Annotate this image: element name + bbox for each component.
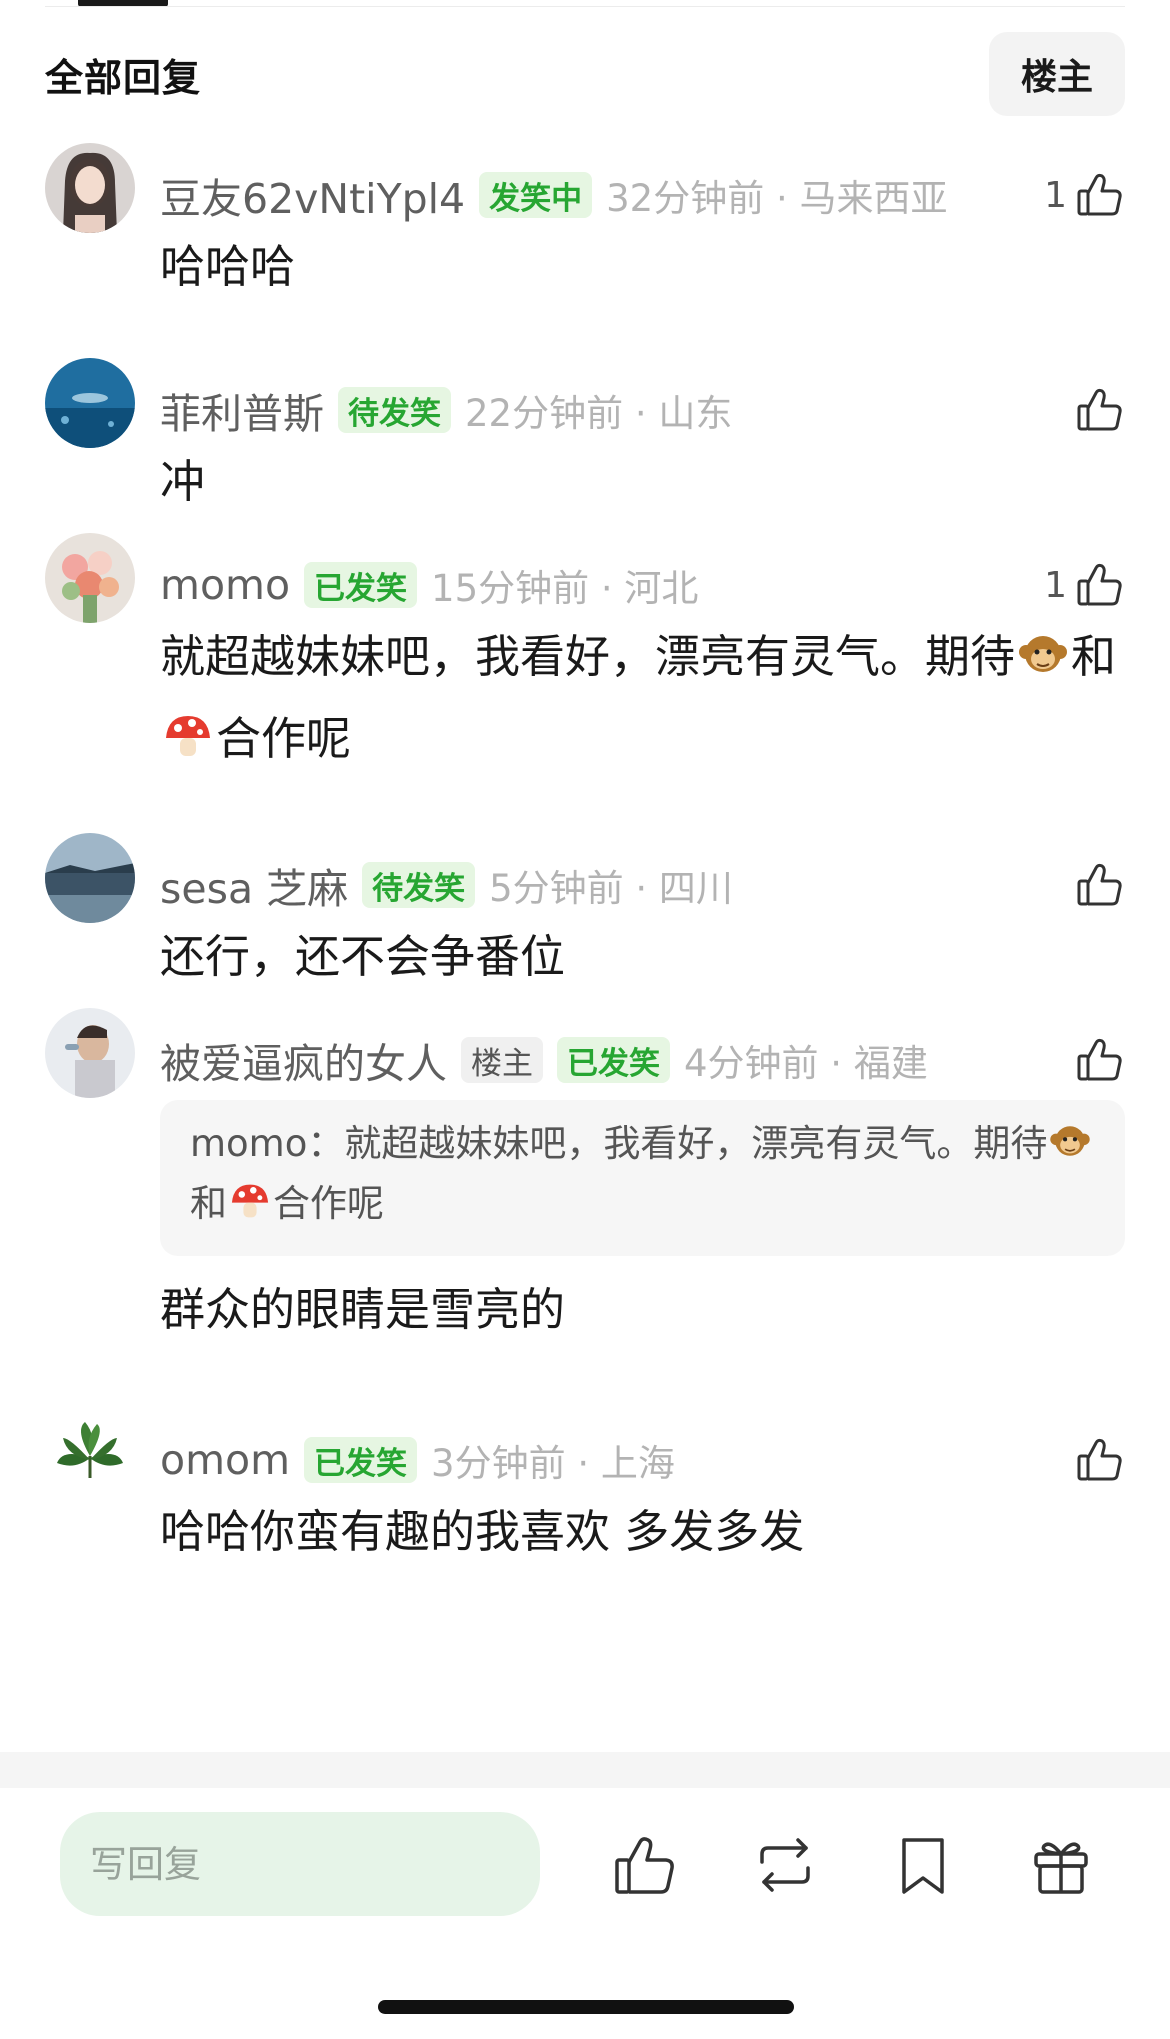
thumbs-up-icon (1075, 1435, 1125, 1485)
comment-item: 被爱逼疯的女人 楼主 已发笑 4分钟前 · 福建 momo：就超越妹妹吧，我看好… (0, 1008, 1170, 1430)
quoted-username: momo： (190, 1122, 345, 1165)
username[interactable]: omom (160, 1436, 290, 1484)
thumbs-up-icon (1075, 560, 1125, 610)
quoted-text-part: 就超越妹妹吧，我看好，漂亮有灵气。期待 (344, 1122, 1048, 1165)
status-badge: 已发笑 (557, 1037, 670, 1083)
username[interactable]: 被爱逼疯的女人 (160, 1030, 447, 1090)
avatar[interactable] (45, 1008, 135, 1098)
quoted-text-part: 合作呢 (273, 1182, 384, 1225)
comment-text: 哈哈你蛮有趣的我喜欢 多发多发 (160, 1505, 805, 1558)
avatar[interactable] (45, 143, 135, 233)
comment-meta: 菲利普斯 待发笑 22分钟前 · 山东 (160, 380, 1125, 440)
reply-input[interactable] (60, 1812, 540, 1916)
comment-list: 豆友62vNtiYpl4 发笑中 32分钟前 · 马来西亚 1 哈哈哈 菲利普斯… (0, 143, 1170, 1605)
username[interactable]: 豆友62vNtiYpl4 (160, 165, 465, 225)
comment-item: momo 已发笑 15分钟前 · 河北 1 就超越妹妹吧，我看好，漂亮有灵气。期… (0, 533, 1170, 855)
top-divider (45, 6, 1125, 7)
username[interactable]: momo (160, 561, 290, 609)
monkey-emoji (1015, 626, 1071, 703)
avatar[interactable] (45, 358, 135, 448)
op-only-filter-button[interactable]: 楼主 (988, 32, 1125, 116)
comment-text: 群众的眼睛是雪亮的 (160, 1283, 566, 1336)
like-count: 1 (1044, 174, 1067, 216)
avatar[interactable] (45, 833, 135, 923)
comment-meta: 豆友62vNtiYpl4 发笑中 32分钟前 · 马来西亚 (160, 165, 1125, 225)
thumbs-up-icon (1075, 385, 1125, 435)
bottom-separator (0, 1752, 1170, 1788)
comment-text-part: 合作呢 (216, 712, 352, 765)
timestamp-location: 15分钟前 · 河北 (431, 567, 699, 610)
like-button[interactable] (1075, 855, 1125, 915)
like-button[interactable] (1075, 1030, 1125, 1090)
comment-meta: sesa 芝麻 待发笑 5分钟前 · 四川 (160, 855, 1125, 915)
status-badge: 待发笑 (362, 862, 476, 908)
gift-icon[interactable] (1028, 1832, 1094, 1898)
avatar[interactable] (45, 533, 135, 623)
repost-icon[interactable] (752, 1832, 818, 1898)
comment-item: sesa 芝麻 待发笑 5分钟前 · 四川 还行，还不会争番位 (0, 833, 1170, 1030)
timestamp-location: 5分钟前 · 四川 (489, 867, 733, 910)
timestamp-location: 22分钟前 · 山东 (465, 392, 733, 435)
like-count: 1 (1044, 564, 1067, 606)
mushroom-emoji (227, 1178, 273, 1238)
timestamp-location: 3分钟前 · 上海 (431, 1442, 675, 1485)
comment-text: 还行，还不会争番位 (160, 930, 566, 983)
quoted-text-part: 和 (190, 1182, 227, 1225)
thumbs-up-icon (1075, 170, 1125, 220)
comment-text: 哈哈哈 (160, 240, 296, 293)
thumbs-up-icon (1075, 1035, 1125, 1085)
home-indicator (378, 2000, 794, 2014)
comment-meta: momo 已发笑 15分钟前 · 河北 (160, 555, 1125, 615)
thumbs-up-icon (1075, 860, 1125, 910)
timestamp-location: 32分钟前 · 马来西亚 (606, 177, 948, 220)
comment-meta: omom 已发笑 3分钟前 · 上海 (160, 1430, 1125, 1490)
comment-text-part: 和 (1071, 630, 1117, 683)
comment-text: 就超越妹妹吧，我看好，漂亮有灵气。期待 和合作呢 (160, 621, 1125, 785)
comment-item: omom 已发笑 3分钟前 · 上海 哈哈你蛮有趣的我喜欢 多发多发 (0, 1408, 1170, 1605)
all-replies-title: 全部回复 (45, 55, 202, 100)
avatar[interactable] (45, 1408, 135, 1498)
quoted-reply[interactable]: momo：就超越妹妹吧，我看好，漂亮有灵气。期待和 合作呢 (160, 1100, 1125, 1256)
comment-meta: 被爱逼疯的女人 楼主 已发笑 4分钟前 · 福建 (160, 1030, 1125, 1090)
like-button[interactable] (1075, 380, 1125, 440)
status-badge: 已发笑 (304, 1437, 418, 1483)
timestamp-location: 4分钟前 · 福建 (684, 1042, 928, 1085)
status-badge: 已发笑 (304, 562, 418, 608)
replies-header: 全部回复 楼主 (45, 32, 1125, 116)
comment-item: 菲利普斯 待发笑 22分钟前 · 山东 冲 (0, 358, 1170, 555)
bookmark-icon[interactable] (890, 1832, 956, 1898)
status-badge: 待发笑 (338, 387, 451, 433)
thumbs-up-icon[interactable] (612, 1832, 678, 1898)
comment-item: 豆友62vNtiYpl4 发笑中 32分钟前 · 马来西亚 1 哈哈哈 (0, 143, 1170, 380)
mushroom-emoji (160, 708, 216, 785)
username[interactable]: sesa 芝麻 (160, 855, 348, 915)
comment-text-part: 就超越妹妹吧，我看好，漂亮有灵气。期待 (160, 630, 1016, 683)
monkey-emoji (1047, 1118, 1093, 1178)
comment-text: 冲 (160, 455, 206, 508)
op-badge: 楼主 (461, 1037, 543, 1083)
status-badge: 发笑中 (479, 172, 593, 218)
like-button[interactable] (1075, 1430, 1125, 1490)
like-button[interactable]: 1 (1044, 165, 1125, 225)
like-button[interactable]: 1 (1044, 555, 1125, 615)
username[interactable]: 菲利普斯 (160, 380, 324, 440)
